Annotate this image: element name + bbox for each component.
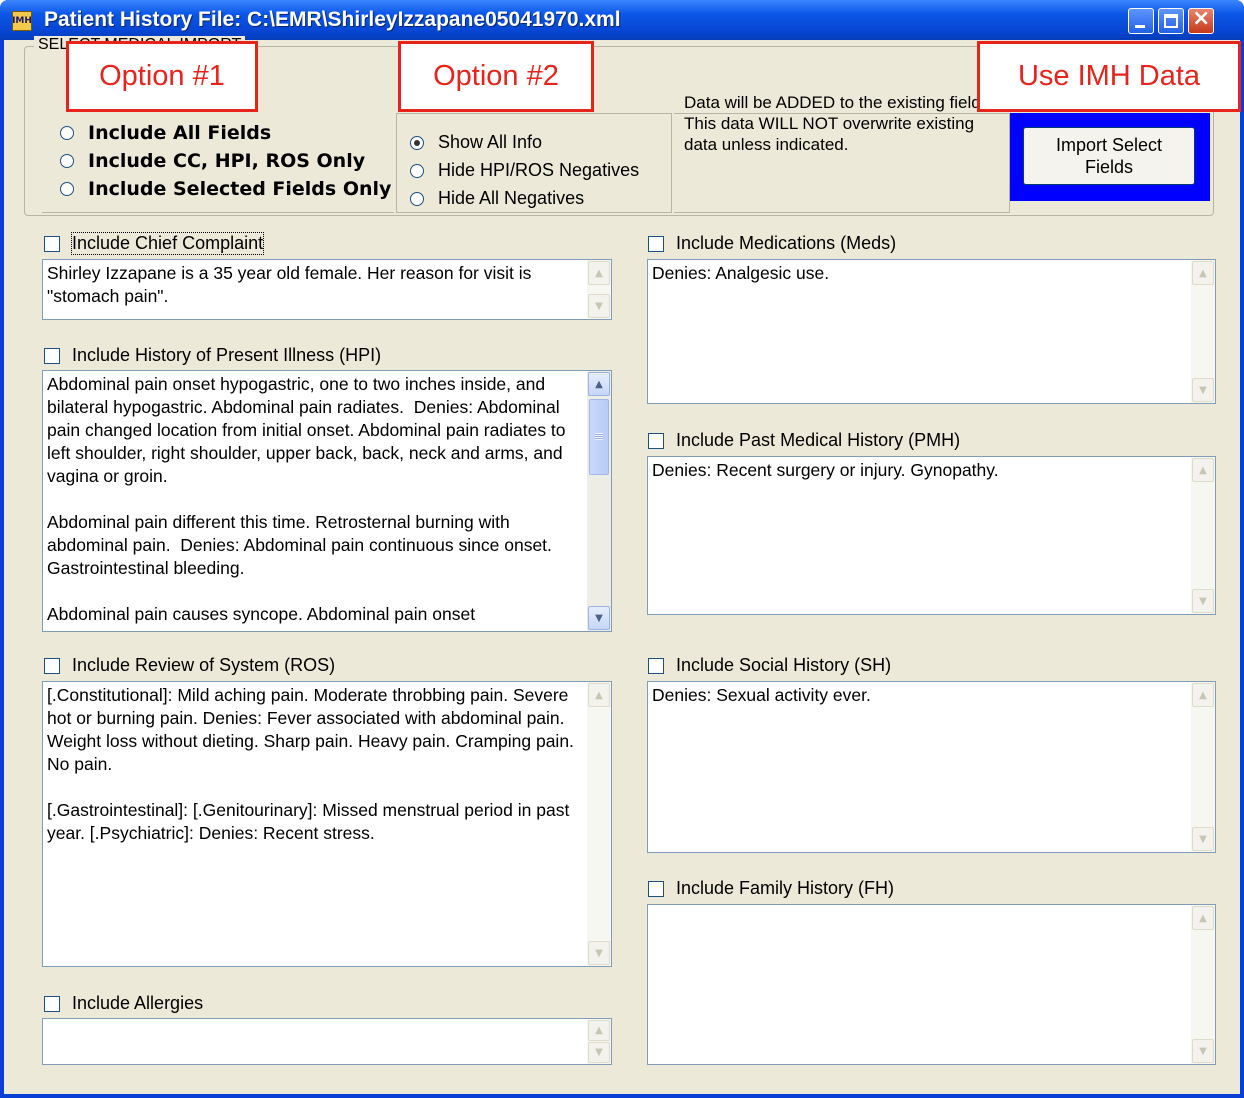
checkbox-label: Include Social History (SH) — [676, 655, 892, 675]
maximize-button[interactable] — [1158, 8, 1184, 34]
scroll-down-arrow-icon[interactable]: ▼ — [1192, 589, 1214, 613]
chief-complaint-textarea[interactable]: Shirley Izzapane is a 35 year old female… — [42, 259, 612, 320]
checkbox[interactable] — [648, 657, 664, 674]
radio-include-all-fields[interactable]: Include All Fields — [60, 122, 271, 144]
medications-text: Denies: Analgesic use. — [652, 263, 830, 283]
minimize-icon — [1135, 25, 1145, 28]
checkbox[interactable] — [648, 235, 664, 252]
allergies-textarea[interactable]: ▲ ▼ — [42, 1018, 612, 1065]
callout-option-1: Option #1 — [66, 41, 258, 112]
callout-option-2: Option #2 — [398, 41, 594, 112]
scrollbar[interactable]: ▲ ▼ — [587, 682, 611, 966]
scrollbar[interactable]: ▲ ▼ — [1191, 260, 1215, 403]
scroll-up-arrow-icon[interactable]: ▲ — [1192, 458, 1214, 482]
callout-use-imh-data: Use IMH Data — [977, 41, 1241, 112]
radio-hide-hpi-ros-negatives[interactable]: Hide HPI/ROS Negatives — [410, 160, 639, 181]
checkbox-chief-complaint[interactable]: Include Chief Complaint — [44, 232, 265, 255]
scroll-up-arrow-icon[interactable]: ▲ — [1192, 683, 1214, 707]
maximize-icon — [1164, 14, 1178, 28]
checkbox[interactable] — [648, 880, 664, 897]
medications-textarea[interactable]: Denies: Analgesic use. ▲ ▼ — [647, 259, 1216, 404]
radio-include-selected-fields[interactable]: Include Selected Fields Only — [60, 178, 391, 200]
scroll-down-arrow-icon[interactable]: ▼ — [588, 294, 610, 318]
scroll-up-arrow-icon[interactable]: ▲ — [588, 1020, 610, 1041]
radio-label: Include All Fields — [88, 122, 272, 144]
chief-complaint-text: Shirley Izzapane is a 35 year old female… — [47, 263, 537, 306]
radio-show-all-info[interactable]: Show All Info — [410, 132, 542, 153]
scroll-thumb[interactable] — [589, 399, 609, 475]
scroll-down-arrow-icon[interactable]: ▼ — [588, 941, 610, 965]
checkbox-label: Include Chief Complaint — [70, 232, 265, 255]
checkbox-allergies[interactable]: Include Allergies — [44, 993, 203, 1014]
checkbox[interactable] — [44, 995, 60, 1012]
import-select-fields-button[interactable]: Import Select Fields — [1023, 127, 1195, 185]
info-text: Data will be ADDED to the existing field… — [684, 93, 994, 154]
window-title: Patient History File: C:\EMR\ShirleyIzza… — [44, 8, 621, 31]
minimize-button[interactable] — [1128, 8, 1154, 34]
hpi-textarea[interactable]: Abdominal pain onset hypogastric, one to… — [42, 370, 612, 632]
ros-textarea[interactable]: [.Constitutional]: Mild aching pain. Mod… — [42, 681, 612, 967]
checkbox-label: Include Past Medical History (PMH) — [676, 430, 961, 450]
checkbox-label: Include History of Present Illness (HPI) — [72, 345, 382, 365]
radio-label: Include Selected Fields Only — [88, 178, 392, 200]
checkbox-social-history[interactable]: Include Social History (SH) — [648, 655, 891, 676]
radio-include-cc-hpi-ros[interactable]: Include CC, HPI, ROS Only — [60, 150, 365, 172]
scrollbar[interactable]: ▲ ▼ — [1191, 905, 1215, 1064]
close-button[interactable]: × — [1188, 6, 1214, 34]
ros-text: [.Constitutional]: Mild aching pain. Mod… — [47, 685, 574, 843]
scroll-up-arrow-icon[interactable]: ▲ — [1192, 906, 1214, 930]
family-history-textarea[interactable]: ▲ ▼ — [647, 904, 1216, 1065]
scroll-up-arrow-icon[interactable]: ▲ — [588, 683, 610, 707]
scrollbar[interactable]: ▲ ▼ — [587, 260, 611, 319]
checkbox-label: Include Medications (Meds) — [676, 233, 897, 253]
scroll-down-arrow-icon[interactable]: ▼ — [1192, 827, 1214, 851]
scroll-down-arrow-icon[interactable]: ▼ — [1192, 378, 1214, 402]
checkbox-label: Include Review of System (ROS) — [72, 655, 336, 675]
checkbox-label: Include Allergies — [72, 993, 204, 1013]
checkbox-ros[interactable]: Include Review of System (ROS) — [44, 655, 335, 676]
checkbox[interactable] — [44, 347, 60, 364]
pmh-textarea[interactable]: Denies: Recent surgery or injury. Gynopa… — [647, 456, 1216, 615]
scrollbar[interactable]: ▲ ▼ — [587, 1019, 611, 1064]
scroll-down-arrow-icon[interactable]: ▼ — [588, 606, 610, 630]
radio-label: Hide All Negatives — [438, 188, 585, 208]
scrollbar[interactable]: ▲ ▼ — [1191, 682, 1215, 852]
radio-button[interactable] — [410, 191, 424, 206]
social-history-text: Denies: Sexual activity ever. — [652, 685, 871, 705]
scroll-up-arrow-icon[interactable]: ▲ — [588, 261, 610, 285]
scroll-up-arrow-icon[interactable]: ▲ — [588, 372, 610, 396]
checkbox-family-history[interactable]: Include Family History (FH) — [648, 878, 894, 899]
checkbox[interactable] — [44, 235, 60, 252]
scroll-up-arrow-icon[interactable]: ▲ — [1192, 261, 1214, 285]
radio-label: Include CC, HPI, ROS Only — [88, 150, 366, 172]
radio-button[interactable] — [410, 135, 424, 150]
scroll-down-arrow-icon[interactable]: ▼ — [588, 1042, 610, 1063]
close-icon: × — [1192, 6, 1211, 31]
radio-label: Show All Info — [438, 132, 543, 152]
imh-app-icon[interactable]: IMH — [12, 11, 32, 31]
radio-button[interactable] — [410, 163, 424, 178]
scrollbar[interactable]: ▲ ▼ — [587, 371, 611, 631]
radio-button[interactable] — [60, 126, 74, 140]
title-bar[interactable]: IMH Patient History File: C:\EMR\Shirley… — [0, 0, 1244, 40]
checkbox-label: Include Family History (FH) — [676, 878, 895, 898]
radio-button[interactable] — [60, 182, 74, 196]
pmh-text: Denies: Recent surgery or injury. Gynopa… — [652, 460, 999, 480]
radio-button[interactable] — [60, 154, 74, 168]
radio-hide-all-negatives[interactable]: Hide All Negatives — [410, 188, 584, 209]
radio-label: Hide HPI/ROS Negatives — [438, 160, 640, 180]
scroll-down-arrow-icon[interactable]: ▼ — [1192, 1039, 1214, 1063]
checkbox-pmh[interactable]: Include Past Medical History (PMH) — [648, 430, 960, 451]
checkbox[interactable] — [648, 432, 664, 449]
checkbox-medications[interactable]: Include Medications (Meds) — [648, 233, 896, 254]
scrollbar[interactable]: ▲ ▼ — [1191, 457, 1215, 614]
checkbox[interactable] — [44, 657, 60, 674]
social-history-textarea[interactable]: Denies: Sexual activity ever. ▲ ▼ — [647, 681, 1216, 853]
checkbox-hpi[interactable]: Include History of Present Illness (HPI) — [44, 345, 381, 366]
hpi-text: Abdominal pain onset hypogastric, one to… — [47, 374, 566, 624]
